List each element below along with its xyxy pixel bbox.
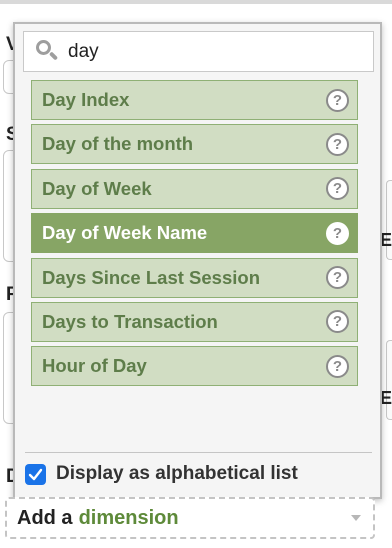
dimension-list: Day Index ? Day of the month ? Day of We… (31, 80, 358, 391)
chevron-down-icon (351, 515, 361, 521)
list-item-label: Day Index (42, 89, 130, 110)
alphabetical-checkbox[interactable] (25, 463, 46, 485)
search-input[interactable] (68, 36, 358, 67)
list-item-day-of-the-month[interactable]: Day of the month ? (31, 124, 358, 165)
list-item-label: Days to Transaction (42, 310, 218, 332)
page-top-border (0, 0, 392, 4)
add-dimension-prefix: Add a (17, 506, 73, 529)
search-box[interactable] (23, 31, 374, 72)
help-icon[interactable]: ? (326, 310, 349, 334)
alphabetical-toggle[interactable]: Display as alphabetical list (25, 463, 298, 485)
list-item-days-since-last-session[interactable]: Days Since Last Session ? (31, 257, 358, 298)
list-item-label: Day of Week Name (42, 222, 208, 244)
add-dimension-word: dimension (78, 506, 179, 529)
divider (25, 452, 372, 453)
dimension-picker-dropdown: Day Index ? Day of the month ? Day of We… (13, 22, 382, 499)
help-icon[interactable]: ? (326, 354, 349, 378)
alphabetical-label: Display as alphabetical list (56, 463, 298, 484)
list-item-days-to-transaction[interactable]: Days to Transaction ? (31, 301, 358, 342)
list-item-day-of-week[interactable]: Day of Week ? (31, 168, 358, 209)
add-dimension-dropdown[interactable]: Add a dimension (5, 497, 375, 539)
list-item-label: Days Since Last Session (42, 266, 260, 288)
help-icon[interactable]: ? (326, 266, 349, 290)
help-icon[interactable]: ? (326, 177, 349, 201)
list-item-label: Hour of Day (42, 355, 147, 377)
list-item-day-index[interactable]: Day Index ? (31, 80, 358, 120)
list-item-hour-of-day[interactable]: Hour of Day ? (31, 346, 358, 387)
help-icon[interactable]: ? (326, 132, 349, 156)
help-icon[interactable]: ? (326, 221, 349, 245)
checkmark-icon (28, 468, 43, 480)
list-item-label: Day of the month (42, 133, 194, 155)
search-icon (34, 38, 62, 66)
help-icon[interactable]: ? (326, 88, 349, 112)
list-item-label: Day of Week (42, 177, 152, 199)
list-item-day-of-week-name[interactable]: Day of Week Name ? (31, 213, 358, 254)
